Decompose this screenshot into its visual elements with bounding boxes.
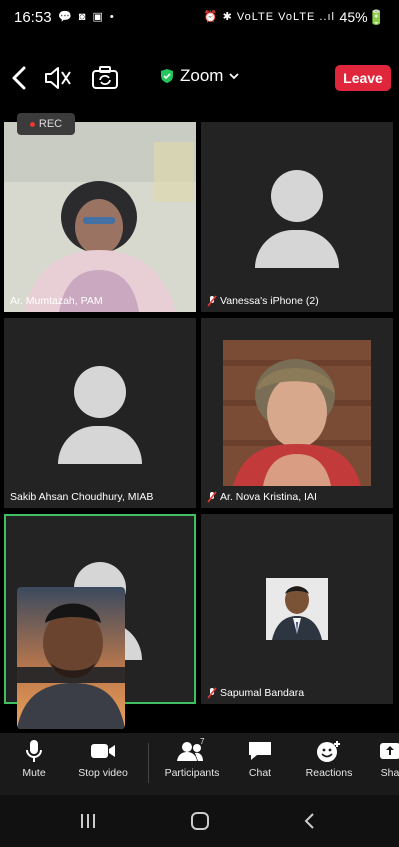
avatar-body (58, 426, 142, 464)
meeting-title[interactable]: Zoom (160, 66, 240, 86)
recent-apps-icon[interactable] (76, 809, 100, 833)
default-avatar-icon (58, 366, 142, 464)
avatar-body (255, 230, 339, 268)
default-avatar-icon (255, 170, 339, 268)
participants-button[interactable]: 7 Participants (158, 737, 226, 779)
chat-bubble-icon (249, 742, 271, 760)
meeting-header: Zoom Leave (0, 52, 399, 104)
mute-button[interactable]: Mute (14, 739, 54, 779)
avatar-head (271, 170, 323, 222)
speaker-icon[interactable] (42, 64, 72, 92)
chat-label: Chat (248, 767, 272, 779)
system-navigation-bar (0, 795, 399, 847)
share-button[interactable]: Sha (378, 739, 399, 779)
participant-name: Sapumal Bandara (207, 687, 304, 699)
microphone-icon (26, 740, 42, 762)
microphone-muted-icon (207, 687, 217, 699)
microphone-muted-icon (207, 491, 217, 503)
participant-tile[interactable]: Ar. Mumtazah, PAM (4, 122, 196, 312)
participant-name-label: Ar. Nova Kristina, IAI (220, 491, 317, 503)
reactions-label: Reactions (305, 767, 353, 779)
stop-video-button[interactable]: Stop video (74, 739, 132, 779)
status-bar: 16:53 💬 ◙ ▣ • ⏰ ✱ VoLTE VoLTE ..ıl 45%🔋 (0, 0, 399, 36)
shield-check-icon (161, 69, 173, 83)
participant-name: Ar. Nova Kristina, IAI (207, 491, 317, 503)
leave-button[interactable]: Leave (335, 65, 391, 91)
signal-icons: ⏰ ✱ VoLTE VoLTE ..ıl (203, 11, 335, 23)
participant-name: Ar. Mumtazah, PAM (10, 295, 103, 307)
meeting-toolbar: Mute Stop video 7 Participants Chat Reac… (0, 733, 399, 795)
record-dot-icon (29, 121, 35, 127)
status-time: 16:53 (14, 9, 52, 26)
toolbar-divider (148, 743, 149, 783)
participant-tile[interactable]: Vanessa's iPhone (2) (201, 122, 393, 312)
video-camera-icon (91, 744, 115, 758)
participant-name: Vanessa's iPhone (2) (207, 295, 319, 307)
back-icon[interactable] (298, 809, 322, 833)
mute-label: Mute (22, 767, 46, 779)
meeting-title-label: Zoom (180, 66, 224, 85)
stop-video-label: Stop video (78, 767, 128, 779)
microphone-muted-icon (207, 295, 217, 307)
notification-icons: 💬 ◙ ▣ • (58, 11, 116, 23)
share-label: Sha (380, 767, 399, 779)
participant-video (223, 340, 371, 486)
participant-video (266, 578, 328, 640)
avatar-head (74, 366, 126, 418)
home-icon[interactable] (188, 809, 212, 833)
participants-label: Participants (164, 767, 220, 779)
recording-badge: REC (17, 113, 75, 135)
flip-camera-icon[interactable] (90, 64, 120, 92)
participant-tile[interactable]: Sapumal Bandara (201, 514, 393, 704)
chat-button[interactable]: Chat (243, 739, 277, 779)
smiley-add-icon (317, 741, 340, 762)
recording-label: REC (38, 118, 63, 130)
participants-count: 7 (200, 737, 205, 746)
self-view-video (17, 587, 125, 729)
self-view-thumbnail[interactable] (17, 587, 125, 729)
participant-name-label: Sakib Ahsan Choudhury, MIAB (10, 491, 154, 503)
participant-name-label: Sapumal Bandara (220, 687, 305, 699)
participant-name-label: Vanessa's iPhone (2) (220, 295, 319, 307)
participant-video (4, 122, 196, 312)
share-screen-icon (380, 743, 399, 759)
reactions-button[interactable]: Reactions (302, 739, 356, 779)
back-arrow-icon[interactable] (8, 64, 32, 92)
participant-tile[interactable]: Sakib Ahsan Choudhury, MIAB (4, 318, 196, 508)
chevron-down-icon (229, 73, 240, 80)
participant-name-label: Ar. Mumtazah, PAM (10, 295, 103, 307)
participant-tile[interactable]: Ar. Nova Kristina, IAI (201, 318, 393, 508)
participant-name: Sakib Ahsan Choudhury, MIAB (10, 491, 153, 503)
battery-indicator: 45%🔋 (339, 9, 385, 25)
